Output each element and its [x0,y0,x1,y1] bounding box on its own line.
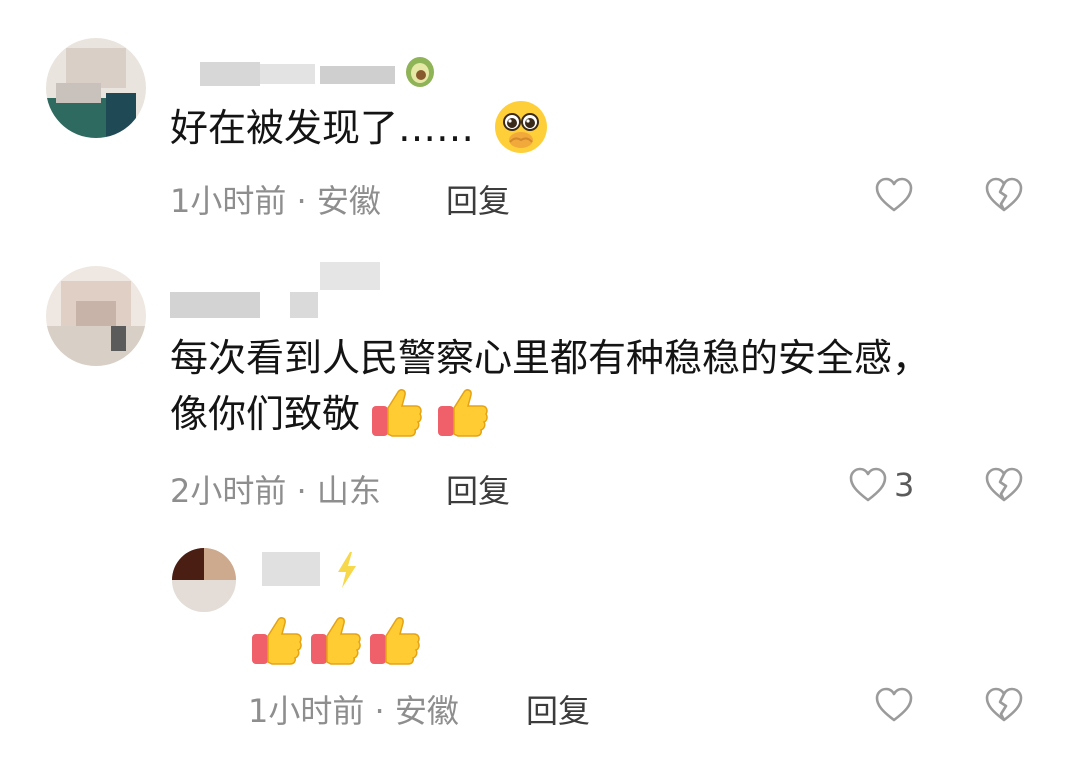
comment-text-content: 好在被发现了…… [170,106,475,150]
lightning-icon [338,552,356,588]
dislike-broken-heart-icon[interactable] [984,466,1024,506]
comment-item: 每次看到人民警察心里都有种稳稳的安全感， 像你们致敬 2小时前 · 山东 回复 … [0,250,1080,530]
reply-emoji-row [248,612,422,672]
thumbs-up-icon [252,617,302,665]
comment-item: 好在被发现了…… 1小时前 · 安徽 回复 [0,0,1080,240]
comment-meta: 1小时前 · 安徽 [170,182,381,220]
reply-item: 1小时前 · 安徽 回复 [0,540,1080,767]
avatar[interactable] [46,266,146,366]
reply-button[interactable]: 回复 [446,466,510,512]
comment-text-line: 每次看到人民警察心里都有种稳稳的安全感， [170,336,931,380]
username-blurred[interactable] [170,262,390,318]
reply-button[interactable]: 回复 [446,176,510,222]
like-heart-icon[interactable] [874,686,914,726]
username-blurred[interactable] [262,550,372,590]
dislike-broken-heart-icon[interactable] [984,176,1024,216]
reply-button[interactable]: 回复 [526,686,590,732]
pleading-face-icon [495,100,548,153]
dislike-broken-heart-icon[interactable] [984,686,1024,726]
thumbs-up-icon [372,388,422,437]
avocado-icon [406,57,434,87]
comment-text-line: 像你们致敬 [170,386,930,442]
thumbs-up-icon [311,617,361,665]
thumbs-up-icon [370,617,420,665]
avatar[interactable] [46,38,146,138]
comment-text: 好在被发现了…… [170,100,550,156]
comment-meta: 1小时前 · 安徽 [248,692,459,730]
comment-text-content: 像你们致敬 [170,392,361,436]
like-count: 3 [894,466,915,504]
comment-meta: 2小时前 · 山东 [170,472,381,510]
thumbs-up-icon [438,388,488,437]
avatar[interactable] [172,548,236,612]
like-heart-icon[interactable] [874,176,914,216]
like-heart-icon[interactable] [848,466,888,506]
comment-text: 每次看到人民警察心里都有种稳稳的安全感， 像你们致敬 [170,330,930,442]
username-blurred[interactable] [200,54,440,88]
